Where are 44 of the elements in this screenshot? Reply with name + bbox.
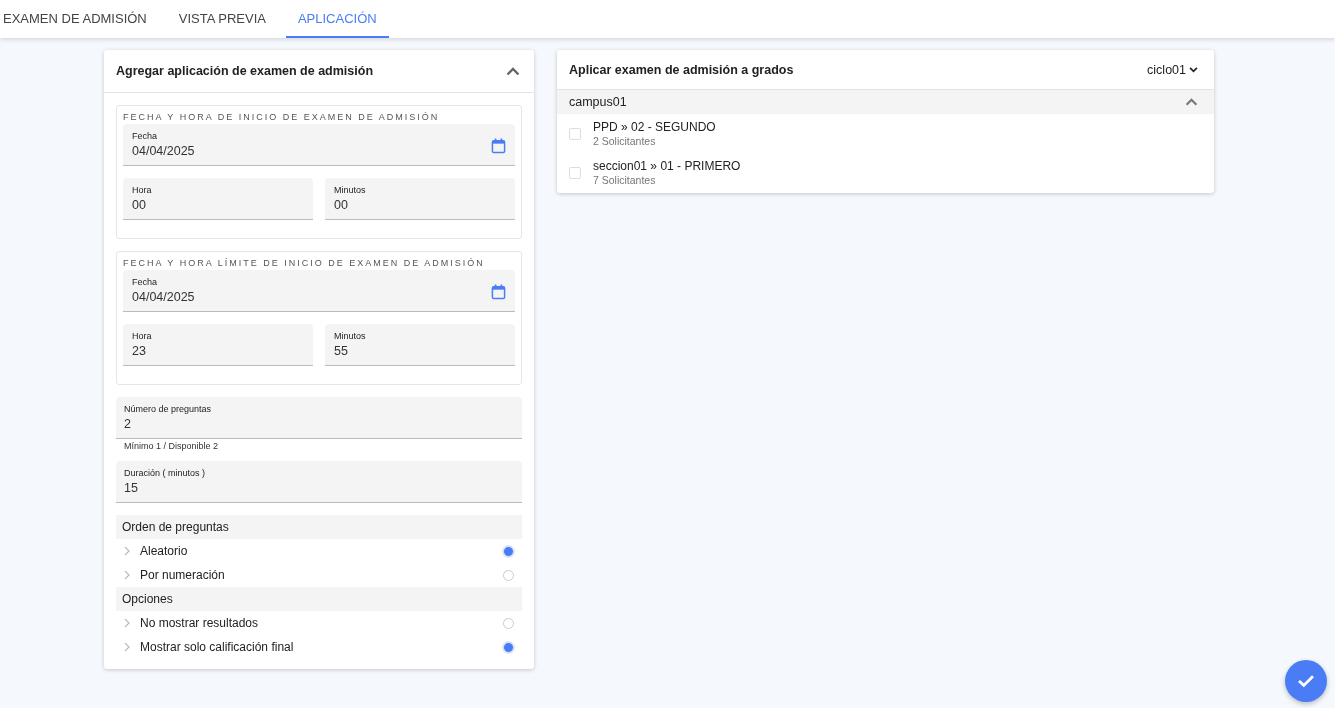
chevron-right-icon: [124, 618, 130, 628]
checkbox[interactable]: [569, 166, 581, 179]
checkbox[interactable]: [569, 127, 581, 140]
input-field[interactable]: Duración ( minutos ) 15: [116, 461, 522, 503]
caret-icon: [1189, 66, 1198, 73]
chevron-right-icon: [124, 642, 130, 652]
tab[interactable]: EXAMEN DE ADMISIÓN: [0, 0, 159, 38]
section-header: Orden de preguntas: [116, 515, 522, 539]
date-field[interactable]: Fecha 04/04/2025: [123, 270, 515, 312]
applicant-count: 7 Solicitantes: [593, 174, 657, 186]
applicant-count: 2 Solicitantes: [593, 135, 657, 147]
fieldset-legend: FECHA Y HORA LÍMITE DE INICIO DE EXAMEN DE ADMISIÓN: [123, 258, 515, 268]
hour-field[interactable]: Hora 00: [123, 178, 313, 220]
chevron-right-icon: [124, 570, 130, 580]
radio-option[interactable]: Mostrar solo calificación final: [116, 635, 522, 659]
field-hint: Mínimo 1 / Disponible 2: [123, 440, 220, 451]
minutes-field[interactable]: Minutos 00: [325, 178, 515, 220]
fieldset-legend: FECHA Y HORA DE INICIO DE EXAMEN DE ADMISIÓN: [123, 112, 515, 122]
card-title: Agregar aplicación de examen de admisión: [116, 64, 374, 78]
chevron-icon[interactable]: [1185, 98, 1198, 106]
check-icon: [1297, 674, 1315, 688]
radio-option[interactable]: Por numeración: [116, 563, 522, 587]
grade-name: seccion01 » 01 - PRIMERO: [593, 159, 741, 173]
chevron-icon[interactable]: [506, 66, 520, 76]
date-field[interactable]: Fecha 04/04/2025: [123, 124, 515, 166]
minutes-field[interactable]: Minutos 55: [325, 324, 515, 366]
tab[interactable]: VISTA PREVIA: [166, 0, 278, 38]
calendar-icon[interactable]: [491, 284, 506, 300]
hour-field[interactable]: Hora 23: [123, 324, 313, 366]
radio-button[interactable]: [503, 545, 514, 557]
section-header: Opciones: [116, 587, 522, 611]
confirm-button[interactable]: [1285, 660, 1327, 702]
radio-button[interactable]: [503, 641, 514, 653]
cycle-dropdown[interactable]: ciclo01: [1147, 62, 1198, 77]
campus-header[interactable]: campus01: [557, 89, 1214, 114]
calendar-icon[interactable]: [491, 138, 506, 154]
campus-name: campus01: [569, 95, 627, 109]
radio-option[interactable]: Aleatorio: [116, 539, 522, 563]
radio-option[interactable]: No mostrar resultados: [116, 611, 522, 635]
chevron-right-icon: [124, 546, 130, 556]
input-field[interactable]: Número de preguntas 2: [116, 397, 522, 439]
grade-name: PPD » 02 - SEGUNDO: [593, 120, 716, 134]
card-title: Aplicar examen de admisión a grados: [569, 62, 794, 77]
tab[interactable]: APLICACIÓN: [285, 0, 389, 38]
